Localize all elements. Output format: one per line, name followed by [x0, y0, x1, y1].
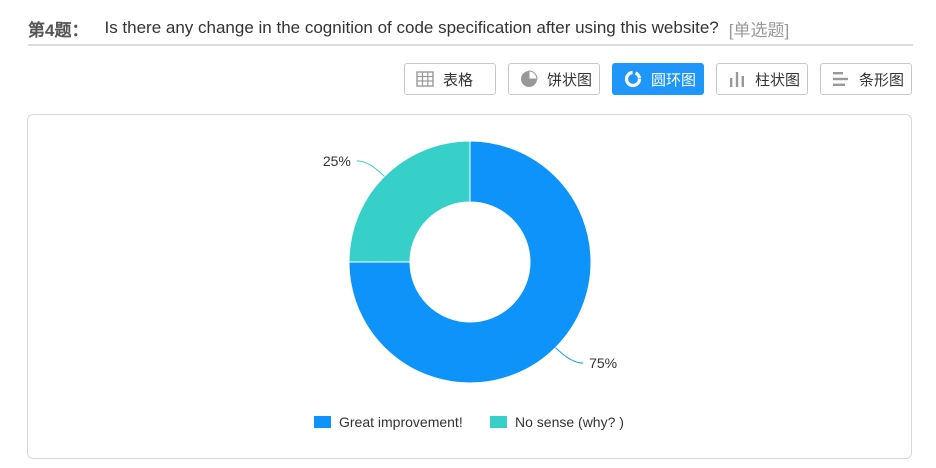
pie-chart-icon	[519, 69, 539, 89]
legend-item-great-improvement[interactable]: Great improvement!	[314, 414, 463, 430]
pie-chart-button[interactable]: 饼状图	[508, 63, 600, 95]
table-icon	[415, 69, 435, 89]
question-number: 第4题：	[28, 20, 89, 40]
donut-chart-button[interactable]: 圆环图	[612, 63, 704, 95]
leader-line-1	[356, 160, 385, 177]
bar-chart-button-label: 柱状图	[755, 71, 801, 89]
horizontal-bar-chart-button[interactable]: 条形图	[820, 63, 912, 95]
donut-chart-button-label: 圆环图	[651, 71, 697, 89]
legend-label-great-improvement: Great improvement!	[339, 414, 463, 430]
leader-line-0	[555, 347, 584, 364]
chart-type-toolbar: 表格 饼状图 圆环图 柱状图 条形图	[0, 63, 936, 97]
data-label-1: 25%	[323, 153, 351, 169]
data-label-0: 75%	[589, 355, 617, 371]
legend-item-no-sense[interactable]: No sense (why? )	[490, 414, 624, 430]
donut-chart: 75% 25%	[323, 140, 617, 384]
chart-legend: Great improvement! No sense (why? )	[0, 414, 936, 434]
question-type: [单选题]	[728, 20, 790, 40]
bar-chart-icon	[727, 69, 747, 89]
horizontal-bar-chart-icon	[831, 69, 851, 89]
legend-swatch-no-sense	[490, 416, 507, 428]
pie-chart-button-label: 饼状图	[547, 71, 593, 89]
horizontal-bar-chart-button-label: 条形图	[859, 71, 905, 89]
legend-swatch-great-improvement	[314, 416, 331, 428]
legend-label-no-sense: No sense (why? )	[515, 414, 624, 430]
question-text: Is there any change in the cognition of …	[104, 18, 719, 37]
donut-chart-icon	[623, 69, 643, 89]
table-button[interactable]: 表格	[404, 63, 496, 95]
table-button-label: 表格	[443, 71, 474, 89]
chart-panel: 75% 25%	[27, 114, 912, 459]
bar-chart-button[interactable]: 柱状图	[716, 63, 808, 95]
slice-no-sense[interactable]	[348, 140, 471, 263]
question-header: 第4题： Is there any change in the cognitio…	[28, 12, 913, 46]
